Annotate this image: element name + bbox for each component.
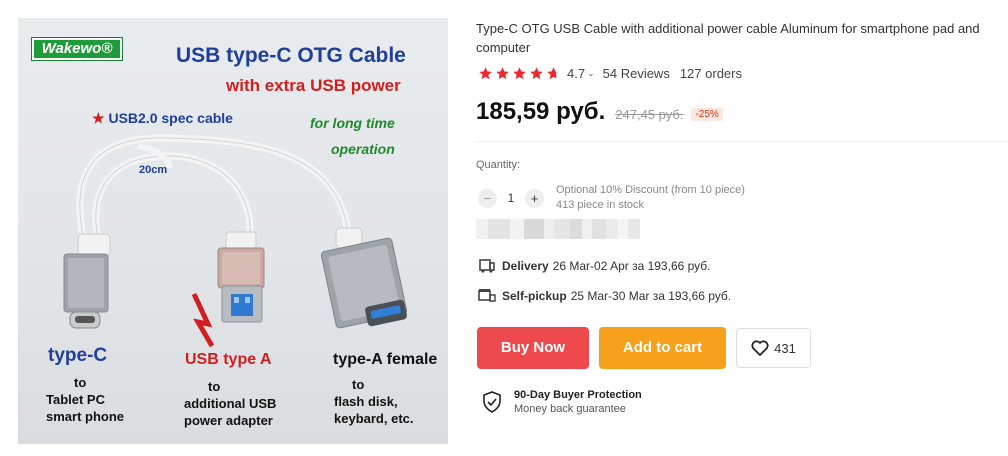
wishlist-count: 431 xyxy=(774,340,796,356)
star-icon xyxy=(530,66,543,79)
old-price: 247,45 руб. xyxy=(615,107,684,122)
reviews-link[interactable]: 54 Reviews xyxy=(603,66,670,81)
quantity-stepper: − 1 + Optional 10% Discount (from 10 pie… xyxy=(478,183,745,213)
pickup-label: Self-pickup xyxy=(502,289,567,303)
blur-block xyxy=(524,219,544,239)
image-usba-target-line1: additional USB xyxy=(184,396,277,411)
orders-count: 127 orders xyxy=(679,65,742,81)
quantity-input[interactable]: 1 xyxy=(497,191,525,205)
rating-value: 4.7 xyxy=(567,65,586,81)
image-long-time: for long time operation xyxy=(310,110,395,162)
quantity-decrease-button[interactable]: − xyxy=(478,188,497,208)
heart-icon xyxy=(751,340,769,356)
star-icon xyxy=(547,66,560,79)
image-female-label: type-A female xyxy=(333,351,438,368)
delivery-label: Delivery xyxy=(502,259,549,273)
add-to-cart-button[interactable]: Add to cart xyxy=(599,327,726,369)
action-buttons: Buy Now Add to cart 431 xyxy=(477,327,811,369)
image-subtitle: with extra USB power xyxy=(226,76,401,95)
image-usba-target: additional USB power adapter xyxy=(184,395,276,429)
quantity-label: Quantity: xyxy=(476,159,521,171)
image-typec-label: type-C xyxy=(48,345,108,366)
blur-block xyxy=(570,219,582,239)
image-title: USB type-C OTG Cable xyxy=(176,44,406,67)
product-image[interactable]: Wakewo® USB type-C OTG Cable with extra … xyxy=(18,18,448,444)
image-typec-to: to xyxy=(74,375,87,390)
stock-count: 413 piece in stock xyxy=(556,199,645,211)
star-icon xyxy=(479,66,492,79)
quantity-info: Optional 10% Discount (from 10 piece) 41… xyxy=(556,183,745,213)
image-female-target: flash disk, keybard, etc. xyxy=(334,393,414,427)
pickup-icon xyxy=(478,289,496,302)
star-icon xyxy=(496,66,509,79)
price-row: 185,59 руб. 247,45 руб. -25% xyxy=(476,98,723,126)
star-icon: ★ xyxy=(92,110,109,126)
blur-block xyxy=(510,219,524,239)
blur-block xyxy=(592,219,606,239)
blur-block xyxy=(618,219,628,239)
shield-check-icon xyxy=(483,391,501,413)
star-icon xyxy=(513,66,526,79)
product-info-panel: Type-C OTG USB Cable with additional pow… xyxy=(476,0,1008,456)
image-long-time-line1: for long time xyxy=(310,115,395,131)
product-title: Type-C OTG USB Cable with additional pow… xyxy=(476,21,980,55)
blurred-sku-selector xyxy=(476,219,640,239)
blur-block xyxy=(488,219,510,239)
quantity-discount-note: Optional 10% Discount (from 10 piece) xyxy=(556,184,745,196)
protection-title: 90-Day Buyer Protection xyxy=(514,389,642,401)
discount-badge: -25% xyxy=(691,108,723,121)
image-usba-target-line2: power adapter xyxy=(184,413,273,428)
image-typec-target-line2: smart phone xyxy=(46,409,125,424)
rating-stars[interactable] xyxy=(478,66,561,81)
blur-block xyxy=(554,219,570,239)
blur-block xyxy=(606,219,618,239)
quantity-increase-button[interactable]: + xyxy=(525,188,544,208)
image-length-label: 20cm xyxy=(139,164,168,176)
blur-block xyxy=(582,219,592,239)
delivery-text: 26 Mar-02 Apr за 193,66 руб. xyxy=(552,259,711,273)
image-spec-text: USB2.0 spec cable xyxy=(108,110,233,126)
chevron-down-icon[interactable]: ⌄ xyxy=(587,68,595,79)
blur-block xyxy=(476,219,488,239)
image-female-target-line2: keybard, etc. xyxy=(334,411,414,426)
pickup-row: Self-pickup 25 Mar-30 Mar за 193,66 руб. xyxy=(478,288,731,304)
delivery-row: Delivery 26 Mar-02 Apr за 193,66 руб. xyxy=(478,258,711,274)
blur-block xyxy=(544,219,554,239)
image-typec-target-line1: Tablet PC xyxy=(46,392,105,407)
image-long-time-line2: operation xyxy=(331,141,395,157)
divider xyxy=(476,141,1008,142)
image-spec: ★ USB2.0 spec cable xyxy=(92,110,233,127)
delivery-icon xyxy=(479,259,495,273)
image-typec-target: Tablet PC smart phone xyxy=(46,391,124,425)
buyer-protection[interactable]: 90-Day Buyer Protection Money back guara… xyxy=(482,388,642,416)
image-female-to: to xyxy=(352,377,365,392)
brand-logo: Wakewo® xyxy=(31,37,123,61)
buy-now-button[interactable]: Buy Now xyxy=(477,327,589,369)
image-usba-label: USB type A xyxy=(185,351,272,368)
pickup-text: 25 Mar-30 Mar за 193,66 руб. xyxy=(570,289,732,303)
rating-row: 4.7 ⌄ 54 Reviews 127 orders xyxy=(478,64,742,82)
current-price: 185,59 руб. xyxy=(476,98,606,125)
image-usba-to: to xyxy=(208,379,221,394)
wishlist-button[interactable]: 431 xyxy=(736,328,811,368)
blur-block xyxy=(628,219,640,239)
image-female-target-line1: flash disk, xyxy=(334,394,398,409)
protection-subtitle: Money back guarantee xyxy=(514,403,626,415)
